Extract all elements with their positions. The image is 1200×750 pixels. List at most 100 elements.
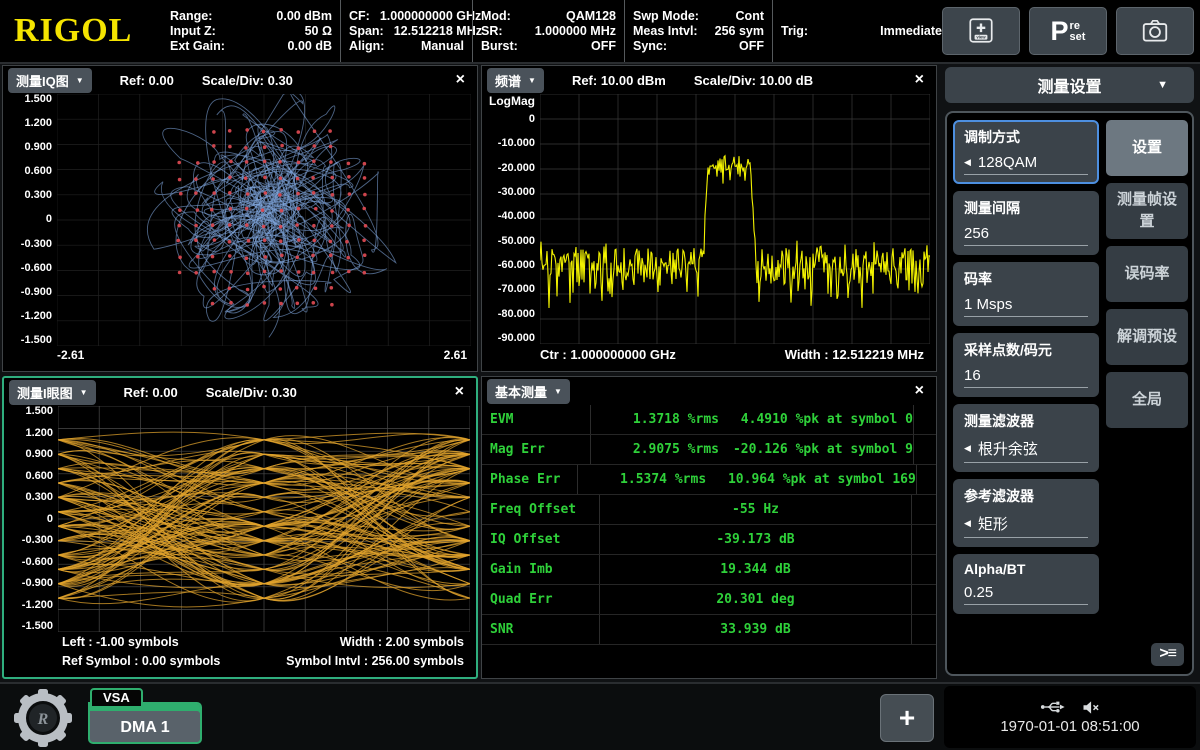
axis-tick: 1.200 xyxy=(24,118,52,129)
param-label: 测量间隔 xyxy=(964,198,1088,218)
panel-iq-constellation: 测量IQ图 ▼ Ref: 0.00 Scale/Div: 0.30 × 1.50… xyxy=(2,65,478,372)
header-field-label: Range: xyxy=(170,9,212,24)
measurement-row: SNR33.939 dB xyxy=(482,615,936,645)
measurement-row-end xyxy=(911,585,936,614)
dma-tab-body[interactable]: DMA 1 xyxy=(88,702,202,744)
header-field-label: SR: xyxy=(481,24,503,39)
measurement-row-end xyxy=(911,615,936,644)
close-icon[interactable]: × xyxy=(455,384,464,400)
measurement-name: Freq Offset xyxy=(482,495,600,524)
header-field-value: OFF xyxy=(591,39,616,54)
header-info-row: CF:1.000000000 GHz xyxy=(349,9,464,24)
measurement-row-end xyxy=(911,525,936,554)
sidebar-title-dropdown[interactable]: 测量设置 ▼ xyxy=(945,67,1194,103)
axis-tick: 0.900 xyxy=(25,449,53,460)
axis-tick: -80.000 xyxy=(498,309,535,320)
param-value: ◀128QAM xyxy=(964,154,1088,175)
chevron-down-icon: ▼ xyxy=(1157,79,1168,91)
header-field-value: 256 sym xyxy=(715,24,764,39)
spectrum-scale-value: Scale/Div: 10.00 dB xyxy=(694,73,813,88)
close-icon[interactable]: × xyxy=(456,72,465,88)
measurement-peak-value: 10.964 %pk at symbol 169 xyxy=(720,472,916,487)
screenshot-button[interactable] xyxy=(1116,7,1194,55)
param-value-text: 128QAM xyxy=(978,154,1037,171)
axis-tick: 0.600 xyxy=(24,166,52,177)
axis-tick: -10.000 xyxy=(498,138,535,149)
axis-tick: 0.600 xyxy=(25,471,53,482)
measurement-name: Quad Err xyxy=(482,585,600,614)
measurement-name: Phase Err xyxy=(482,465,578,494)
sidebar-params: 调制方式◀128QAM 测量间隔 256 码率1 Msps 采样点数/码元16 测量滤波器… xyxy=(951,117,1101,670)
view-add-icon: view xyxy=(966,16,996,46)
close-icon[interactable]: × xyxy=(915,72,924,88)
measurement-rms-value: 2.9075 %rms xyxy=(591,442,719,457)
param-value: 256 xyxy=(964,225,1088,246)
vsa-mode-tab[interactable]: VSA DMA 1 xyxy=(88,688,202,744)
header-field-value: 1.000000000 GHz xyxy=(380,9,481,24)
panel-eye-diagram: 测量I眼图 ▼ Ref: 0.00 Scale/Div: 0.30 × 1.50… xyxy=(2,376,478,679)
param-alpha-bt[interactable]: Alpha/BT0.25 xyxy=(953,554,1099,614)
spectrum-plot[interactable] xyxy=(540,94,930,344)
spectrum-trace-type-dropdown[interactable]: 频谱 ▼ xyxy=(487,68,544,93)
measurement-row-end xyxy=(913,435,936,464)
status-icons xyxy=(1040,700,1100,715)
measurement-value: -55 Hz xyxy=(600,502,911,517)
sidebar-tab[interactable]: 全局 xyxy=(1106,372,1188,428)
header-info-row: SR:1.000000 MHz xyxy=(481,24,616,39)
eye-trace-type-dropdown[interactable]: 测量I眼图 ▼ xyxy=(9,380,96,405)
spectrum-center-freq: Ctr : 1.000000000 GHz xyxy=(540,347,676,362)
param-setting[interactable]: 测量滤波器◀根升余弦 xyxy=(953,404,1099,472)
measurement-row: Gain Imb19.344 dB xyxy=(482,555,936,585)
axis-tick: -60.000 xyxy=(498,260,535,271)
axis-tick: -20.000 xyxy=(498,163,535,174)
header-info-row: Ext Gain:0.00 dB xyxy=(170,39,332,54)
param-label: 测量滤波器 xyxy=(964,411,1088,431)
axis-tick: -1.500 xyxy=(22,621,53,632)
header-info-row: Align:Manual xyxy=(349,39,464,54)
header-field-label: Swp Mode: xyxy=(633,9,699,24)
iq-trace-type-dropdown[interactable]: 测量IQ图 ▼ xyxy=(8,68,92,93)
sidebar-tab[interactable]: 误码率 xyxy=(1106,246,1188,302)
spectrum-ref-value: Ref: 10.00 dBm xyxy=(572,73,666,88)
sidebar-tab[interactable]: 解调预设 xyxy=(1106,309,1188,365)
add-mode-button[interactable]: + xyxy=(880,694,934,742)
measurement-row: Quad Err20.301 deg xyxy=(482,585,936,615)
spectrum-y-ticks: 0-10.000-20.000-30.000-40.000-50.000-60.… xyxy=(482,114,535,344)
measurement-row: Freq Offset-55 Hz xyxy=(482,495,936,525)
header-field-label: Meas Intvl: xyxy=(633,24,698,39)
header-field-value: 12.512218 MHz xyxy=(394,24,482,39)
top-status-bar: RIGOL Range:0.00 dBmInput Z:50 ΩExt Gain… xyxy=(0,0,1200,64)
basic-meas-dropdown[interactable]: 基本测量 ▼ xyxy=(487,379,570,404)
system-gear-button[interactable]: R xyxy=(13,688,73,748)
eye-diagram-plot[interactable] xyxy=(58,406,470,632)
iq-constellation-plot[interactable] xyxy=(57,94,471,346)
svg-text:view: view xyxy=(976,35,986,40)
panel-basic-measurement: 基本测量 ▼ × EVM1.3718 %rms 4.4910 %pk at sy… xyxy=(481,376,937,679)
header-info-row: Input Z:50 Ω xyxy=(170,24,332,39)
param-setting[interactable]: 码率1 Msps xyxy=(953,262,1099,326)
sidebar-tab[interactable]: 测量帧设置 xyxy=(1106,183,1188,239)
add-view-window-button[interactable]: view xyxy=(942,7,1020,55)
preset-button[interactable]: P re set xyxy=(1029,7,1107,55)
param-setting[interactable]: 测量间隔 256 xyxy=(953,191,1099,255)
header-field-label: Sync: xyxy=(633,39,667,54)
sidebar-tab[interactable]: 设置 xyxy=(1106,120,1188,176)
measurement-values: 33.939 dB xyxy=(600,615,911,644)
param-value: ◀矩形 xyxy=(964,513,1088,538)
param-setting[interactable]: 采样点数/码元16 xyxy=(953,333,1099,397)
spectrum-y-axis-label: LogMag xyxy=(489,94,535,110)
axis-tick: 1.500 xyxy=(24,94,52,105)
measurement-row: Mag Err2.9075 %rms-20.126 %pk at symbol … xyxy=(482,435,936,465)
menu-expand-icon[interactable]: >≡ xyxy=(1151,643,1184,666)
close-icon[interactable]: × xyxy=(915,383,924,399)
header-field-value: 50 Ω xyxy=(305,24,332,39)
header-field-label: CF: xyxy=(349,9,370,24)
param-setting[interactable]: 调制方式◀128QAM xyxy=(953,120,1099,184)
camera-icon xyxy=(1140,17,1170,45)
header-field-label: Ext Gain: xyxy=(170,39,225,54)
measurement-name: EVM xyxy=(482,405,591,434)
header-info-group: CF:1.000000000 GHzSpan:12.512218 MHzAlig… xyxy=(340,0,472,62)
axis-tick: -50.000 xyxy=(498,236,535,247)
header-field-label: Burst: xyxy=(481,39,518,54)
param-setting[interactable]: 参考滤波器◀矩形 xyxy=(953,479,1099,547)
